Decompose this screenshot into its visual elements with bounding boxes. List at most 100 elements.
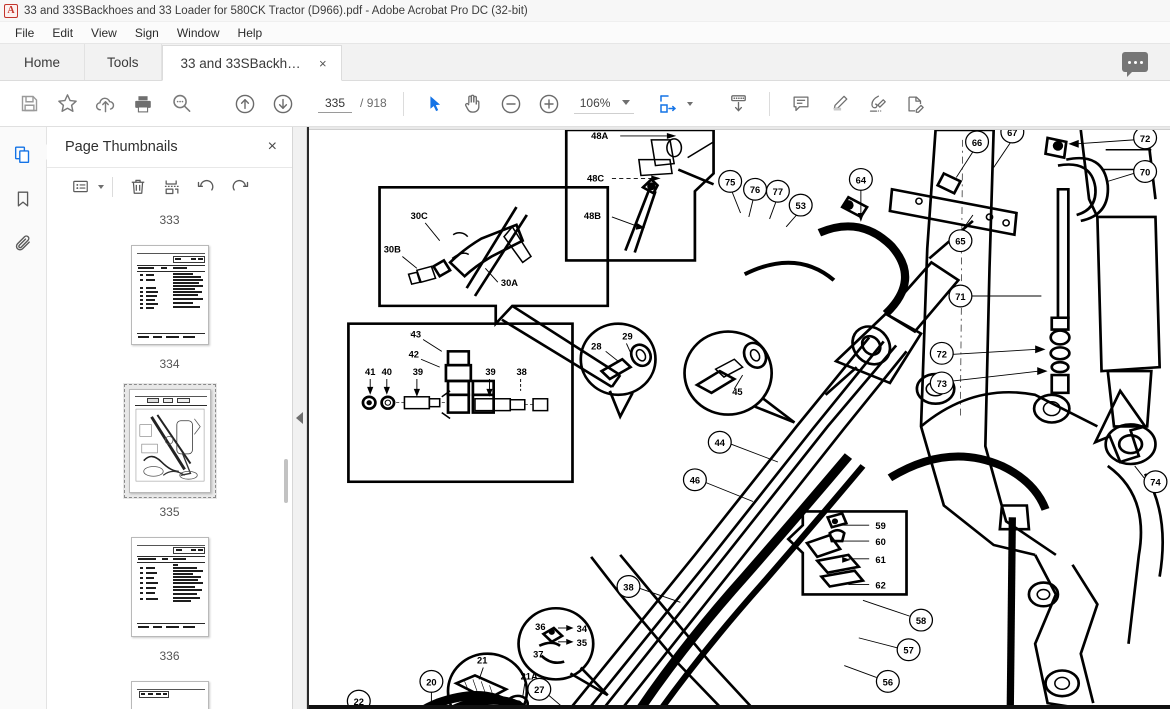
extract-pages-icon[interactable] (155, 172, 189, 202)
sidebar-item-page-thumbnails[interactable] (6, 135, 54, 175)
rotate-cw-icon[interactable] (223, 172, 257, 202)
thumbnail-item[interactable]: 334 (47, 237, 292, 381)
tab-document[interactable]: 33 and 33SBackho... × (161, 45, 342, 81)
scroll-mode-icon[interactable] (719, 85, 757, 123)
svg-text:77: 77 (773, 187, 783, 197)
menu-item-file[interactable]: File (6, 24, 43, 42)
page-number-field[interactable]: 335 / 918 (318, 95, 387, 113)
svg-text:30C: 30C (411, 211, 429, 221)
svg-text:35: 35 (577, 638, 587, 648)
chevron-left-icon (296, 412, 303, 424)
tab-tools[interactable]: Tools (85, 44, 162, 80)
search-icon[interactable] (162, 85, 200, 123)
document-viewport[interactable]: .ol { fill:none; stroke:#000; stroke-wid… (307, 127, 1170, 709)
thumbnail-page-image[interactable] (130, 681, 209, 709)
page-current-input[interactable]: 335 (318, 95, 352, 113)
svg-text:73: 73 (937, 379, 947, 389)
page-down-icon[interactable] (264, 85, 302, 123)
callout-56: 56 (844, 665, 900, 693)
page-total-label: / 918 (360, 96, 387, 110)
thumbnail-list[interactable]: 333 334 335 336 (47, 205, 292, 709)
thumbnail-page-image[interactable] (130, 537, 209, 637)
close-icon[interactable]: × (265, 139, 280, 155)
svg-text:59: 59 (875, 521, 885, 531)
sign-icon[interactable] (858, 85, 896, 123)
tab-home[interactable]: Home (0, 44, 86, 80)
thumbnail-frame[interactable] (125, 675, 215, 709)
fit-page-icon[interactable] (652, 85, 684, 123)
thumbnail-item[interactable]: 333 (47, 205, 292, 237)
select-tool-icon[interactable] (416, 85, 454, 123)
svg-text:20: 20 (426, 678, 436, 688)
parts-diagram-svg: .ol { fill:none; stroke:#000; stroke-wid… (346, 130, 1168, 709)
thumbnail-toolbar-separator (112, 176, 113, 197)
close-icon[interactable]: × (319, 57, 327, 70)
thumbnail-item-selected[interactable]: 335 (47, 381, 292, 529)
thumbnail-size-chevron-down-icon[interactable] (98, 184, 104, 189)
page-thumbnails-title: Page Thumbnails (65, 139, 178, 155)
svg-text:67: 67 (1007, 130, 1017, 138)
svg-text:38: 38 (623, 583, 633, 593)
comment-icon[interactable] (782, 85, 820, 123)
svg-text:34: 34 (577, 624, 588, 634)
hand-tool-icon[interactable] (454, 85, 492, 123)
svg-text:29: 29 (622, 332, 632, 342)
pdf-page: .ol { fill:none; stroke:#000; stroke-wid… (309, 127, 1170, 709)
thumbnail-frame-selected[interactable] (122, 383, 217, 499)
svg-text:71: 71 (955, 292, 965, 302)
detail-45: 45 (683, 330, 796, 424)
highlight-icon[interactable] (820, 85, 858, 123)
svg-text:43: 43 (411, 330, 421, 340)
sidebar-item-bookmarks[interactable] (6, 179, 40, 219)
svg-text:42: 42 (409, 349, 419, 359)
svg-text:40: 40 (382, 367, 392, 377)
thumbnail-item[interactable]: 336 (47, 529, 292, 673)
thumbnail-frame[interactable] (125, 531, 215, 643)
thumbnail-size-icon[interactable] (63, 172, 97, 202)
thumbnail-page-image[interactable] (128, 389, 211, 493)
thumbnail-item[interactable] (47, 673, 292, 709)
svg-text:74: 74 (1150, 478, 1161, 488)
menu-item-sign[interactable]: Sign (126, 24, 168, 42)
svg-text:37: 37 (533, 650, 543, 660)
page-up-icon[interactable] (226, 85, 264, 123)
toolbar-separator-1 (402, 91, 404, 116)
zoom-level-field[interactable]: 106% (573, 94, 635, 114)
inset-59-62: 59 60 61 62 (786, 510, 908, 596)
main-toolbar: 335 / 918 106% (0, 81, 1170, 127)
menu-item-window[interactable]: Window (168, 24, 229, 42)
svg-text:41: 41 (365, 367, 375, 377)
tab-home-label: Home (24, 54, 61, 70)
menu-item-help[interactable]: Help (229, 24, 272, 42)
callout-71: 71 (948, 284, 1042, 308)
delete-pages-icon[interactable] (121, 172, 155, 202)
save-icon[interactable] (10, 85, 48, 123)
svg-text:46: 46 (690, 476, 700, 486)
svg-text:57: 57 (903, 646, 913, 656)
star-icon[interactable] (48, 85, 86, 123)
collapse-panel-button[interactable] (293, 127, 307, 709)
thumbnail-scrollbar[interactable] (282, 205, 290, 709)
tab-tools-label: Tools (107, 54, 139, 70)
cloud-upload-icon[interactable] (86, 85, 124, 123)
svg-text:27: 27 (534, 685, 544, 695)
svg-text:58: 58 (916, 616, 926, 626)
zoom-out-icon[interactable] (492, 85, 530, 123)
chevron-down-icon[interactable] (622, 100, 631, 105)
menu-item-view[interactable]: View (82, 24, 126, 42)
sidebar-item-attachments[interactable] (6, 223, 40, 263)
thumbnail-frame[interactable] (125, 239, 215, 351)
fit-page-chevron-down-icon[interactable] (687, 101, 694, 106)
rotate-ccw-icon[interactable] (189, 172, 223, 202)
toolbar-separator-2 (769, 91, 771, 116)
inset-38-43: 43 42 41 40 39 39 38 (347, 322, 574, 484)
thumbnail-page-image[interactable] (130, 245, 209, 345)
svg-text:48A: 48A (591, 131, 609, 141)
menu-item-edit[interactable]: Edit (43, 24, 82, 42)
zoom-in-icon[interactable] (530, 85, 568, 123)
comment-bubble-icon[interactable] (1122, 52, 1148, 77)
callout-58: 58 (862, 599, 934, 632)
thumbnail-scrollbar-thumb[interactable] (284, 459, 288, 503)
share-edit-icon[interactable] (896, 85, 934, 123)
print-icon[interactable] (124, 85, 162, 123)
